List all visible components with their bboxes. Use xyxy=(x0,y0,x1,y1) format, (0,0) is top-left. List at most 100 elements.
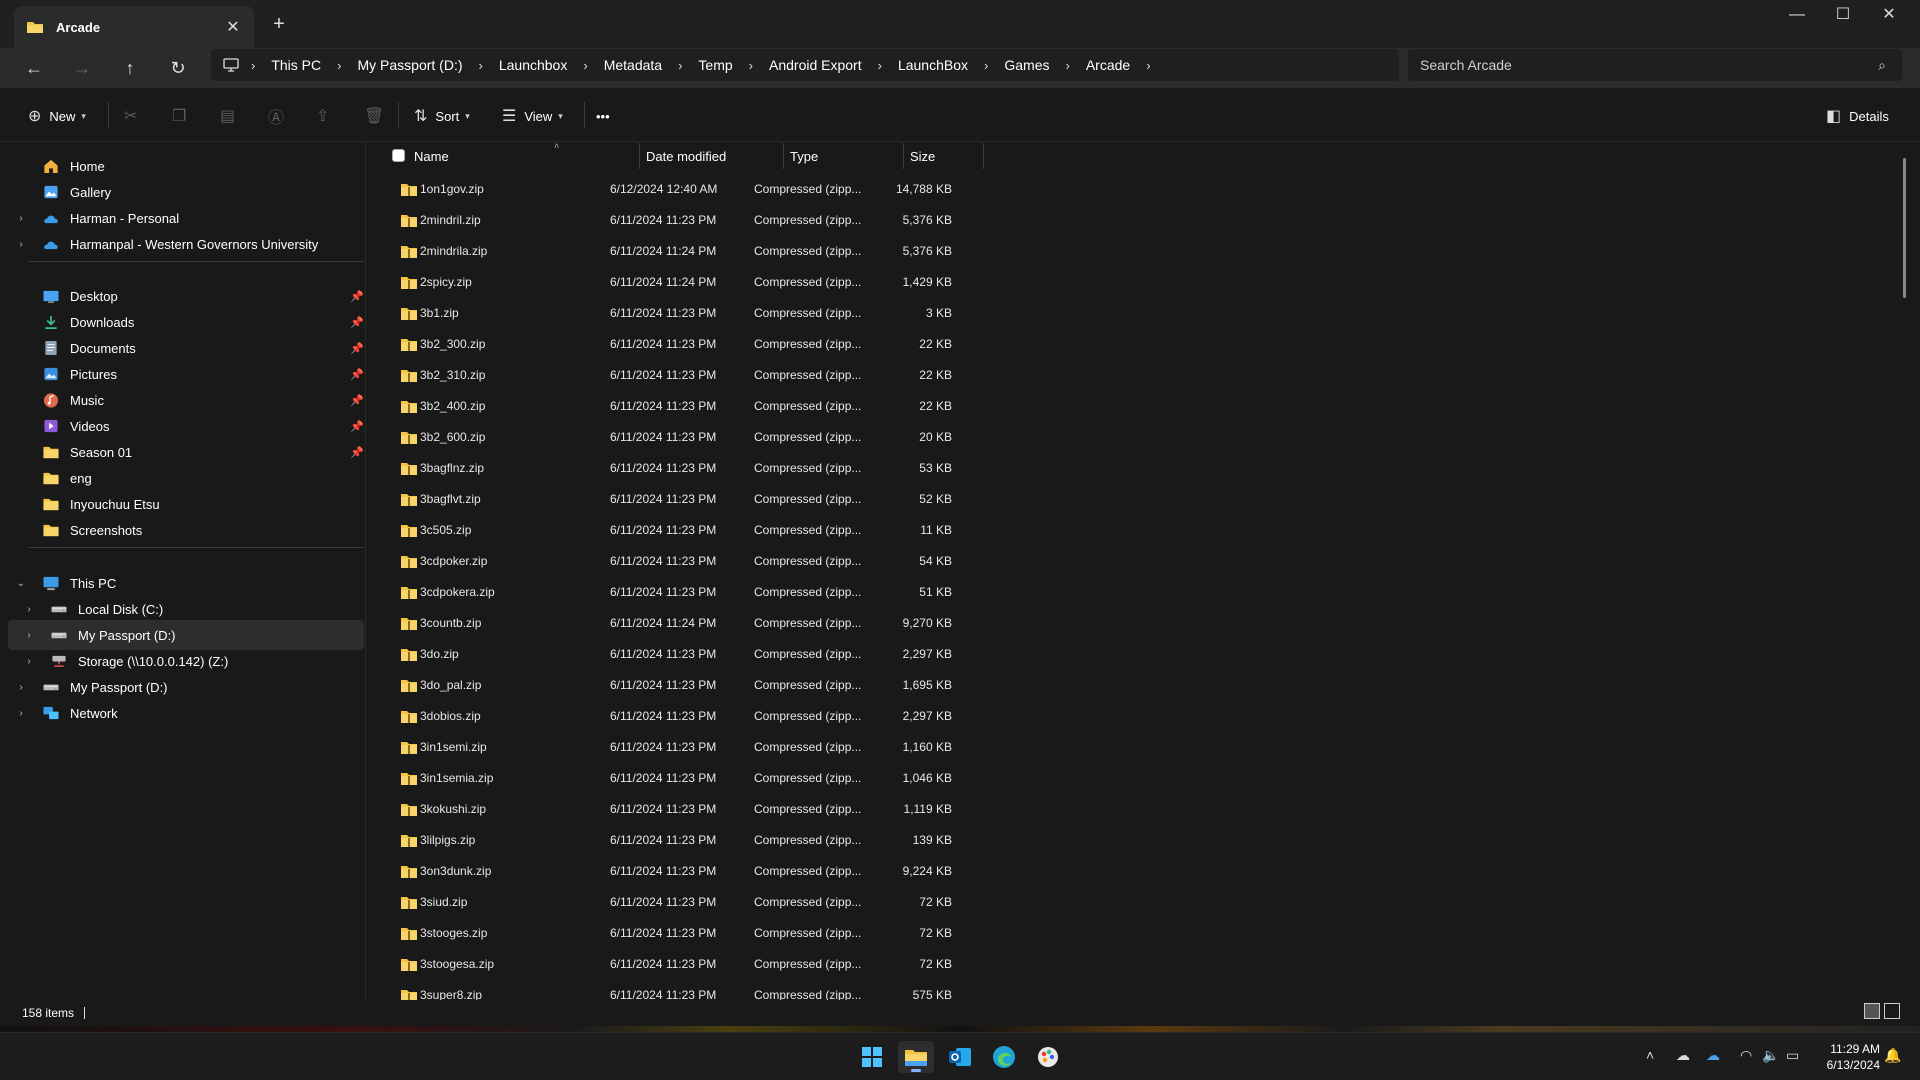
share-button[interactable]: ⇪ xyxy=(316,102,337,130)
file-row[interactable]: 3cdpokera.zip 6/11/2024 11:23 PM Compresse… xyxy=(396,577,1356,608)
breadcrumb-temp[interactable]: Temp xyxy=(694,57,736,73)
chevron-right-icon[interactable]: › xyxy=(571,58,599,73)
breadcrumb-android-export[interactable]: Android Export xyxy=(765,57,866,73)
file-row[interactable]: 3b2_300.zip 6/11/2024 11:23 PM Compressed … xyxy=(396,329,1356,360)
column-divider[interactable] xyxy=(903,143,904,169)
chevron-right-icon[interactable]: › xyxy=(666,58,694,73)
file-row[interactable]: 3c505.zip 6/11/2024 11:23 PM Compressed (z… xyxy=(396,515,1356,546)
delete-button[interactable]: 🗑 xyxy=(364,102,392,130)
file-row[interactable]: 3stooges.zip 6/11/2024 11:23 PM Compressed… xyxy=(396,918,1356,949)
chevron-right-icon[interactable]: › xyxy=(14,239,28,250)
file-row[interactable]: 3b2_600.zip 6/11/2024 11:23 PM Compressed … xyxy=(396,422,1356,453)
file-row[interactable]: 2mindril.zip 6/11/2024 11:23 PM Compressed… xyxy=(396,205,1356,236)
file-row[interactable]: 3lilpigs.zip 6/11/2024 11:23 PM Compressed… xyxy=(396,825,1356,856)
onedrive-business-icon[interactable]: ☁ xyxy=(1706,1047,1720,1064)
sort-button[interactable]: ⇅ Sort ▾ xyxy=(414,102,470,130)
file-row[interactable]: 3dobios.zip 6/11/2024 11:23 PM Compressed … xyxy=(396,701,1356,732)
file-row[interactable]: 3bagflnz.zip 6/11/2024 11:23 PM Compressed… xyxy=(396,453,1356,484)
breadcrumb-games[interactable]: Games xyxy=(1000,57,1053,73)
onedrive-icon[interactable]: ☁ xyxy=(1676,1047,1690,1064)
breadcrumb-arcade[interactable]: Arcade xyxy=(1082,57,1134,73)
chevron-right-icon[interactable]: › xyxy=(14,213,28,224)
refresh-button[interactable]: ↻ xyxy=(162,54,194,82)
chevron-right-icon[interactable]: › xyxy=(239,58,267,73)
file-row[interactable]: 3siud.zip 6/11/2024 11:23 PM Compressed (z… xyxy=(396,887,1356,918)
maximize-button[interactable]: ☐ xyxy=(1820,0,1866,32)
copy-button[interactable]: ❐ xyxy=(172,102,194,130)
file-row[interactable]: 3b2_400.zip 6/11/2024 11:23 PM Compressed … xyxy=(396,391,1356,422)
search-icon[interactable]: ⌕ xyxy=(1862,57,1902,74)
search-input[interactable] xyxy=(1420,57,1862,73)
column-header-name[interactable]: Name ˄ xyxy=(414,141,614,169)
details-button[interactable]: ◧ Details xyxy=(1826,102,1889,130)
details-view-icon[interactable] xyxy=(1864,1003,1880,1019)
address-bar[interactable]: › This PC › My Passport (D:) › Launchbox… xyxy=(211,49,1399,81)
chevron-right-icon[interactable]: › xyxy=(467,58,495,73)
volume-icon[interactable]: 🔈 xyxy=(1762,1047,1779,1064)
start-icon[interactable] xyxy=(854,1041,890,1073)
outlook-icon[interactable] xyxy=(942,1041,978,1073)
chevron-right-icon[interactable]: › xyxy=(1134,58,1162,73)
file-row[interactable]: 3in1semia.zip 6/11/2024 11:23 PM Compresse… xyxy=(396,763,1356,794)
chevron-right-icon[interactable]: › xyxy=(737,58,765,73)
chevron-right-icon[interactable]: › xyxy=(14,708,28,719)
view-button[interactable]: ☰ View ▾ xyxy=(502,102,563,130)
back-button[interactable]: ← xyxy=(18,54,50,82)
chevron-right-icon[interactable]: › xyxy=(325,58,353,73)
paint-icon[interactable] xyxy=(1030,1041,1066,1073)
breadcrumb-launchbox-2[interactable]: LaunchBox xyxy=(894,57,972,73)
file-row[interactable]: 3b1.zip 6/11/2024 11:23 PM Compressed (zip… xyxy=(396,298,1356,329)
clock[interactable]: 11:29 AM 6/13/2024 xyxy=(1814,1041,1880,1073)
minimize-button[interactable]: — xyxy=(1774,0,1820,32)
close-window-button[interactable]: ✕ xyxy=(1866,0,1912,32)
column-divider[interactable] xyxy=(983,143,984,169)
breadcrumb-this-pc[interactable]: This PC xyxy=(267,57,325,73)
column-divider[interactable] xyxy=(639,143,640,169)
file-row[interactable]: 3kokushi.zip 6/11/2024 11:23 PM Compressed… xyxy=(396,794,1356,825)
file-row[interactable]: 3in1semi.zip 6/11/2024 11:23 PM Compressed… xyxy=(396,732,1356,763)
large-icons-view-icon[interactable] xyxy=(1884,1003,1900,1019)
breadcrumb-metadata[interactable]: Metadata xyxy=(600,57,666,73)
chevron-right-icon[interactable]: › xyxy=(22,604,36,615)
forward-button[interactable]: → xyxy=(66,54,98,82)
chevron-right-icon[interactable]: › xyxy=(866,58,894,73)
column-header-type[interactable]: Type xyxy=(790,143,890,169)
file-row[interactable]: 3countb.zip 6/11/2024 11:24 PM Compressed … xyxy=(396,608,1356,639)
chevron-up-icon[interactable]: ˄ xyxy=(1646,1047,1654,1063)
chevron-down-icon[interactable]: ⌄ xyxy=(14,578,28,589)
scrollbar[interactable] xyxy=(1903,158,1906,298)
chevron-right-icon[interactable]: › xyxy=(22,630,36,641)
file-row[interactable]: 3stoogesa.zip 6/11/2024 11:23 PM Compresse… xyxy=(396,949,1356,980)
search-box[interactable]: ⌕ xyxy=(1408,49,1902,81)
file-row[interactable]: 3bagflvt.zip 6/11/2024 11:23 PM Compressed… xyxy=(396,484,1356,515)
new-tab-button[interactable]: + xyxy=(266,10,292,38)
notification-bell-icon[interactable]: 🔔 xyxy=(1884,1047,1901,1064)
sidebar-item[interactable]: Screenshots xyxy=(8,515,364,545)
file-row[interactable]: 1on1gov.zip 6/12/2024 12:40 AM Compressed … xyxy=(396,174,1356,205)
sidebar-item[interactable]: › Network xyxy=(8,698,364,728)
breadcrumb-my-passport[interactable]: My Passport (D:) xyxy=(353,57,466,73)
edge-icon[interactable] xyxy=(986,1041,1022,1073)
pane-divider[interactable] xyxy=(365,143,366,1013)
battery-icon[interactable]: ▭ xyxy=(1786,1047,1799,1064)
chevron-right-icon[interactable]: › xyxy=(22,656,36,667)
file-row[interactable]: 3cdpoker.zip 6/11/2024 11:23 PM Compressed… xyxy=(396,546,1356,577)
column-divider[interactable] xyxy=(783,143,784,169)
file-row[interactable]: 2spicy.zip 6/11/2024 11:24 PM Compressed (… xyxy=(396,267,1356,298)
tab-arcade[interactable]: Arcade ✕ xyxy=(14,6,254,48)
paste-button[interactable]: ▤ xyxy=(220,102,243,130)
chevron-right-icon[interactable]: › xyxy=(14,682,28,693)
cut-button[interactable]: ✂ xyxy=(124,102,145,130)
column-header-date[interactable]: Date modified xyxy=(646,143,776,169)
sidebar-item[interactable]: › Harmanpal - Western Governors Universit… xyxy=(8,229,364,259)
select-all-checkbox[interactable] xyxy=(392,149,405,162)
more-options-button[interactable]: ••• xyxy=(596,102,610,130)
new-button[interactable]: ⊕ New ▾ xyxy=(28,102,86,130)
up-button[interactable]: ↑ xyxy=(114,54,146,82)
file-row[interactable]: 3b2_310.zip 6/11/2024 11:23 PM Compressed … xyxy=(396,360,1356,391)
wifi-icon[interactable]: ◠ xyxy=(1740,1047,1752,1064)
breadcrumb-launchbox[interactable]: Launchbox xyxy=(495,57,572,73)
file-row[interactable]: 3do.zip 6/11/2024 11:23 PM Compressed (zip… xyxy=(396,639,1356,670)
column-header-size[interactable]: Size xyxy=(910,143,980,169)
rename-button[interactable]: Ⓐ xyxy=(268,102,292,130)
